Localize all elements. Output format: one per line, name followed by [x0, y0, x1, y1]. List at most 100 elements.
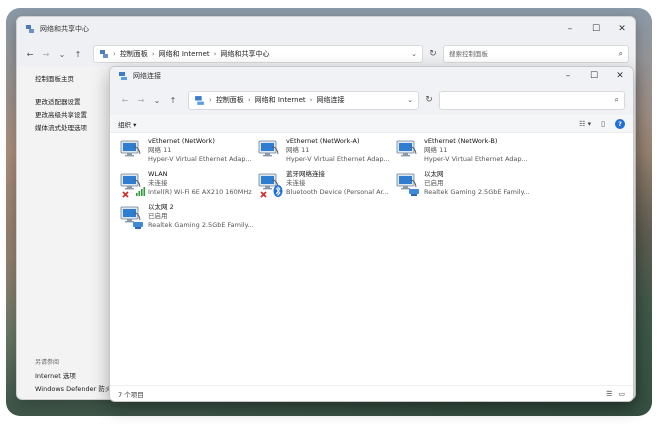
- connection-status: 未连接: [148, 179, 168, 187]
- connection-name: 以太网: [424, 170, 444, 178]
- back-titlebar[interactable]: 网络和共享中心 – ☐ ✕: [17, 17, 635, 41]
- breadcrumb-item[interactable]: 控制面板: [216, 95, 244, 105]
- front-address-bar[interactable]: › 控制面板 › 网络和 Internet › 网络连接 ⌄: [188, 90, 419, 110]
- connection-status: 网络 11: [148, 146, 172, 154]
- search-icon[interactable]: ⌕: [619, 49, 623, 59]
- network-connections-icon: [195, 95, 204, 105]
- chevron-right-icon: ›: [247, 96, 251, 104]
- chevron-down-icon[interactable]: ⌄: [411, 50, 417, 58]
- back-window-title: 网络和共享中心: [40, 25, 89, 33]
- back-arrow-icon[interactable]: ←: [23, 46, 37, 62]
- network-adapter-icon: [258, 137, 284, 167]
- network-adapter-icon: [396, 137, 422, 167]
- connection-device: Hyper-V Virtual Ethernet Adap...: [148, 155, 252, 163]
- connection-device: Realtek Gaming 2.5GbE Family...: [424, 188, 530, 196]
- connection-name: 蓝牙网络连接: [286, 170, 325, 178]
- command-bar: 组织 ▾ ☷ ▾ ▯ ?: [110, 115, 633, 133]
- sidebar-link-adapter[interactable]: 更改适配器设置: [35, 96, 111, 109]
- preview-pane-icon[interactable]: ▯: [601, 120, 605, 128]
- connection-status: 未连接: [286, 179, 306, 187]
- back-address-row: ← → ⌄ ↑ › 控制面板 › 网络和 Internet › 网络和共享中心 …: [17, 41, 635, 67]
- back-arrow-icon[interactable]: ←: [118, 92, 132, 108]
- connection-item[interactable]: vEthernet (NetWork-A) 网络 11 Hyper-V Virtua…: [258, 137, 392, 167]
- help-icon[interactable]: ?: [615, 118, 625, 129]
- connection-status: 已启用: [424, 179, 444, 187]
- details-view-icon[interactable]: ☰: [606, 390, 612, 398]
- change-view-icon[interactable]: ☷ ▾: [579, 120, 591, 128]
- back-search-box[interactable]: ⌕: [443, 45, 629, 63]
- chevron-right-icon: ›: [151, 50, 155, 58]
- connection-item[interactable]: 以太网 已启用 Realtek Gaming 2.5GbE Family...: [396, 170, 530, 200]
- connection-item[interactable]: 以太网 2 已启用 Realtek Gaming 2.5GbE Family...: [120, 203, 254, 233]
- network-connections-window: 网络连接 – ☐ ✕ ← → ⌄ ↑ › 控制面板 › 网络和 Internet…: [109, 66, 634, 402]
- breadcrumb-item[interactable]: 控制面板: [120, 49, 148, 59]
- organize-menu[interactable]: 组织 ▾: [118, 119, 136, 129]
- forward-arrow-icon[interactable]: →: [39, 46, 53, 62]
- front-titlebar[interactable]: 网络连接 – ☐ ✕: [110, 67, 633, 85]
- refresh-icon[interactable]: ↻: [419, 95, 439, 105]
- breadcrumb-item[interactable]: 网络和 Internet: [255, 95, 306, 105]
- control-panel-icon: [100, 50, 108, 58]
- chevron-down-icon[interactable]: ⌄: [407, 96, 413, 104]
- forward-arrow-icon[interactable]: →: [134, 92, 148, 108]
- connection-item[interactable]: WLAN 未连接 Intel(R) Wi-Fi 6E AX210 160MHz: [120, 170, 254, 200]
- network-adapter-icon: [258, 170, 284, 200]
- close-button[interactable]: ✕: [609, 17, 635, 41]
- chevron-right-icon: ›: [213, 50, 217, 58]
- connection-device: Hyper-V Virtual Ethernet Adap...: [424, 155, 528, 163]
- network-adapter-icon: [120, 170, 146, 200]
- back-sidebar: 控制面板主页 更改适配器设置 更改高级共享设置 媒体流式处理选项 另请参阅 In…: [17, 67, 118, 399]
- breadcrumb-item[interactable]: 网络和共享中心: [220, 49, 269, 59]
- chevron-right-icon: ›: [113, 50, 116, 58]
- connection-item[interactable]: vEthernet (NetWork-B) 网络 11 Hyper-V Virtua…: [396, 137, 530, 167]
- connection-device: Intel(R) Wi-Fi 6E AX210 160MHz: [148, 188, 252, 196]
- network-adapter-icon: [120, 203, 146, 233]
- back-address-bar[interactable]: › 控制面板 › 网络和 Internet › 网络和共享中心 ⌄: [93, 45, 423, 63]
- connection-status: 已启用: [148, 212, 168, 220]
- connection-device: Realtek Gaming 2.5GbE Family...: [148, 221, 254, 229]
- up-arrow-icon[interactable]: ↑: [166, 92, 180, 108]
- minimize-button[interactable]: –: [555, 67, 581, 85]
- search-icon[interactable]: ⌕: [615, 95, 619, 105]
- minimize-button[interactable]: –: [557, 17, 583, 41]
- sidebar-home-link[interactable]: 控制面板主页: [35, 73, 111, 86]
- connection-device: Hyper-V Virtual Ethernet Adap...: [286, 155, 390, 163]
- back-search-input[interactable]: [449, 50, 619, 58]
- connection-name: WLAN: [148, 170, 168, 178]
- up-arrow-icon[interactable]: ↑: [71, 46, 85, 62]
- chevron-right-icon: ›: [209, 96, 212, 104]
- maximize-button[interactable]: ☐: [581, 67, 607, 85]
- connection-status: 网络 11: [286, 146, 310, 154]
- breadcrumb-item[interactable]: 网络连接: [316, 95, 344, 105]
- connection-device: Bluetooth Device (Personal Ar...: [286, 188, 389, 196]
- close-button[interactable]: ✕: [607, 67, 633, 85]
- connection-status: 网络 11: [424, 146, 448, 154]
- status-bar: 7 个项目 ☰ ▭: [110, 385, 633, 401]
- front-search-input[interactable]: [445, 96, 615, 104]
- connection-name: 以太网 2: [148, 203, 174, 211]
- large-icons-view-icon[interactable]: ▭: [618, 390, 625, 398]
- recent-dropdown-icon[interactable]: ⌄: [55, 46, 69, 62]
- sidebar-link-sharing[interactable]: 更改高级共享设置: [35, 109, 111, 122]
- see-also-label: 另请参阅: [35, 359, 60, 366]
- connection-name: vEthernet (NetWork): [148, 137, 215, 145]
- connection-name: vEthernet (NetWork-B): [424, 137, 498, 145]
- network-adapter-icon: [396, 170, 422, 200]
- chevron-right-icon: ›: [309, 96, 313, 104]
- network-connections-icon: [119, 72, 127, 80]
- connections-list: vEthernet (NetWork) 网络 11 Hyper-V Virtual …: [110, 133, 633, 385]
- connection-item[interactable]: 蓝牙网络连接 未连接 Bluetooth Device (Personal Ar..…: [258, 170, 392, 200]
- network-globe-icon: [26, 25, 34, 33]
- connection-item[interactable]: vEthernet (NetWork) 网络 11 Hyper-V Virtual …: [120, 137, 254, 167]
- front-window-title: 网络连接: [133, 72, 161, 80]
- sidebar-link-media[interactable]: 媒体流式处理选项: [35, 122, 111, 135]
- item-count: 7 个项目: [118, 390, 144, 399]
- network-adapter-icon: [120, 137, 146, 167]
- front-search-box[interactable]: ⌕: [439, 90, 625, 110]
- recent-dropdown-icon[interactable]: ⌄: [150, 92, 164, 108]
- connection-name: vEthernet (NetWork-A): [286, 137, 360, 145]
- breadcrumb-item[interactable]: 网络和 Internet: [159, 49, 210, 59]
- maximize-button[interactable]: ☐: [583, 17, 609, 41]
- refresh-icon[interactable]: ↻: [423, 49, 443, 59]
- front-address-row: ← → ⌄ ↑ › 控制面板 › 网络和 Internet › 网络连接 ⌄ ↻…: [110, 85, 633, 115]
